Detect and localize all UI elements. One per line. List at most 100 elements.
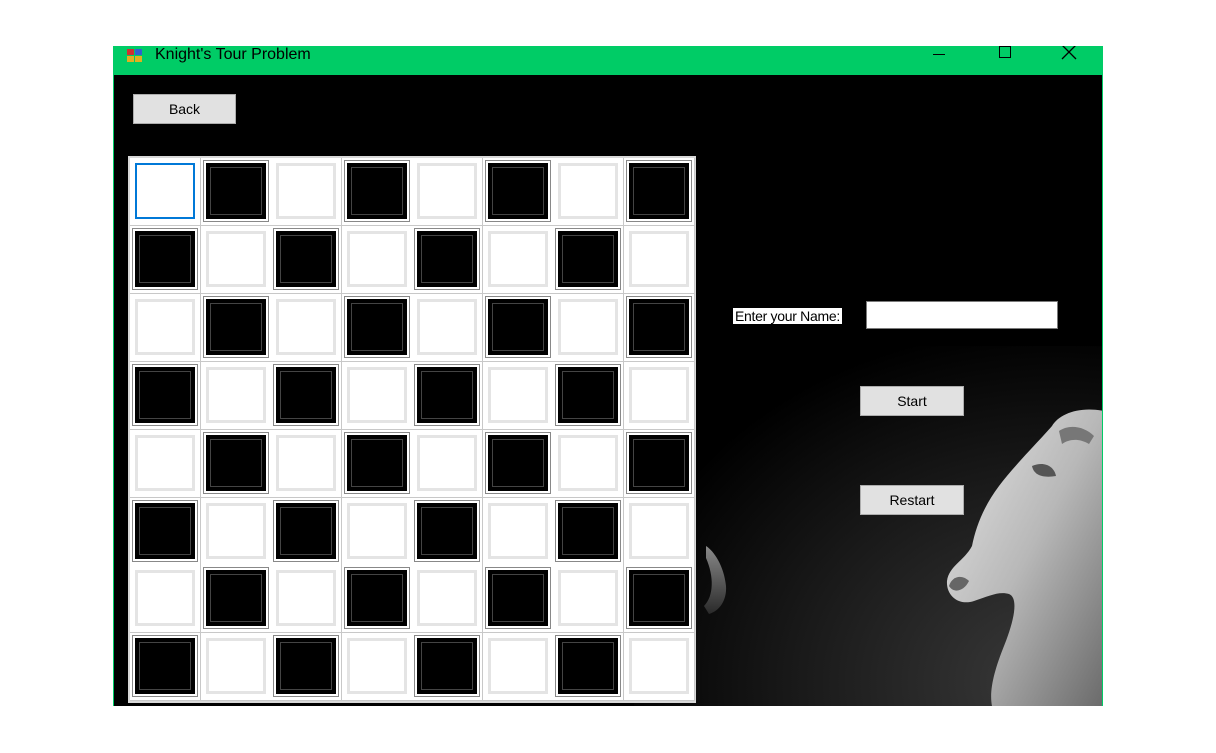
board-cell-button[interactable] [135,298,195,355]
board-cell-button[interactable] [558,366,618,423]
board-cell-r1-c4[interactable] [341,158,413,226]
board-cell-r6-c2[interactable] [200,497,272,566]
board-cell-button[interactable] [135,434,195,491]
board-cell-r7-c3[interactable] [271,565,342,634]
board-cell-button[interactable] [346,434,407,491]
board-cell-r3-c7[interactable] [553,293,624,362]
board-cell-r1-c7[interactable] [553,158,624,226]
board-cell-r2-c2[interactable] [200,225,272,294]
board-cell-r5-c8[interactable] [623,429,695,498]
board-cell-r6-c3[interactable] [271,497,342,566]
board-cell-r3-c8[interactable] [623,293,695,362]
board-cell-button[interactable] [205,434,266,491]
board-cell-button[interactable] [628,230,689,287]
board-cell-button[interactable] [417,163,477,219]
board-cell-button[interactable] [487,434,548,491]
board-cell-button[interactable] [276,502,336,559]
board-cell-button[interactable] [558,502,618,559]
board-cell-button[interactable] [135,366,195,423]
board-cell-r6-c6[interactable] [482,497,554,566]
board-cell-r7-c4[interactable] [341,565,413,634]
board-cell-r6-c8[interactable] [623,497,695,566]
board-cell-button[interactable] [205,163,266,219]
board-cell-button[interactable] [487,298,548,355]
board-cell-r6-c4[interactable] [341,497,413,566]
board-cell-button[interactable] [135,638,195,695]
board-cell-button[interactable] [558,298,618,355]
board-cell-button[interactable] [628,163,689,219]
board-cell-r7-c6[interactable] [482,565,554,634]
board-cell-r3-c1[interactable] [130,293,201,362]
board-cell-r7-c8[interactable] [623,565,695,634]
board-cell-r8-c6[interactable] [482,633,554,702]
board-cell-r8-c2[interactable] [200,633,272,702]
board-cell-r6-c7[interactable] [553,497,624,566]
board-cell-button[interactable] [558,434,618,491]
board-cell-r3-c2[interactable] [200,293,272,362]
board-cell-r5-c1[interactable] [130,429,201,498]
board-cell-button[interactable] [417,502,477,559]
board-cell-button[interactable] [558,570,618,627]
board-cell-button[interactable] [135,163,195,219]
board-cell-r2-c6[interactable] [482,225,554,294]
board-cell-r4-c1[interactable] [130,361,201,430]
board-cell-button[interactable] [487,638,548,695]
board-cell-button[interactable] [276,366,336,423]
board-cell-button[interactable] [205,366,266,423]
board-cell-button[interactable] [135,502,195,559]
board-cell-button[interactable] [417,638,477,695]
board-cell-button[interactable] [135,230,195,287]
board-cell-button[interactable] [487,366,548,423]
board-cell-button[interactable] [276,434,336,491]
board-cell-button[interactable] [135,570,195,627]
board-cell-button[interactable] [276,163,336,219]
board-cell-button[interactable] [276,298,336,355]
board-cell-button[interactable] [487,570,548,627]
board-cell-r1-c2[interactable] [200,158,272,226]
board-cell-button[interactable] [205,570,266,627]
board-cell-r5-c3[interactable] [271,429,342,498]
board-cell-button[interactable] [628,638,689,695]
board-cell-button[interactable] [487,502,548,559]
board-cell-r1-c3[interactable] [271,158,342,226]
board-cell-r1-c5[interactable] [412,158,483,226]
board-cell-button[interactable] [628,366,689,423]
board-cell-button[interactable] [417,230,477,287]
board-cell-button[interactable] [346,298,407,355]
board-cell-r3-c4[interactable] [341,293,413,362]
board-cell-button[interactable] [417,366,477,423]
board-cell-button[interactable] [205,230,266,287]
board-cell-r6-c1[interactable] [130,497,201,566]
board-cell-button[interactable] [628,570,689,627]
board-cell-button[interactable] [417,570,477,627]
board-cell-button[interactable] [417,298,477,355]
board-cell-r4-c8[interactable] [623,361,695,430]
board-cell-button[interactable] [276,638,336,695]
board-cell-button[interactable] [487,163,548,219]
board-cell-r1-c1[interactable] [130,158,201,226]
board-cell-r7-c7[interactable] [553,565,624,634]
board-cell-r4-c7[interactable] [553,361,624,430]
board-cell-r5-c7[interactable] [553,429,624,498]
board-cell-button[interactable] [628,298,689,355]
board-cell-button[interactable] [346,366,407,423]
board-cell-r8-c3[interactable] [271,633,342,702]
board-cell-button[interactable] [346,638,407,695]
board-cell-r2-c5[interactable] [412,225,483,294]
board-cell-button[interactable] [558,230,618,287]
board-cell-r5-c5[interactable] [412,429,483,498]
board-cell-r4-c6[interactable] [482,361,554,430]
board-cell-r1-c6[interactable] [482,158,554,226]
board-cell-r8-c1[interactable] [130,633,201,702]
board-cell-button[interactable] [628,434,689,491]
back-button[interactable]: Back [133,94,236,124]
board-cell-r3-c3[interactable] [271,293,342,362]
board-cell-button[interactable] [558,638,618,695]
board-cell-r1-c8[interactable] [623,158,695,226]
board-cell-r4-c4[interactable] [341,361,413,430]
board-cell-r2-c1[interactable] [130,225,201,294]
board-cell-r4-c3[interactable] [271,361,342,430]
board-cell-button[interactable] [205,502,266,559]
board-cell-button[interactable] [276,570,336,627]
board-cell-r7-c2[interactable] [200,565,272,634]
